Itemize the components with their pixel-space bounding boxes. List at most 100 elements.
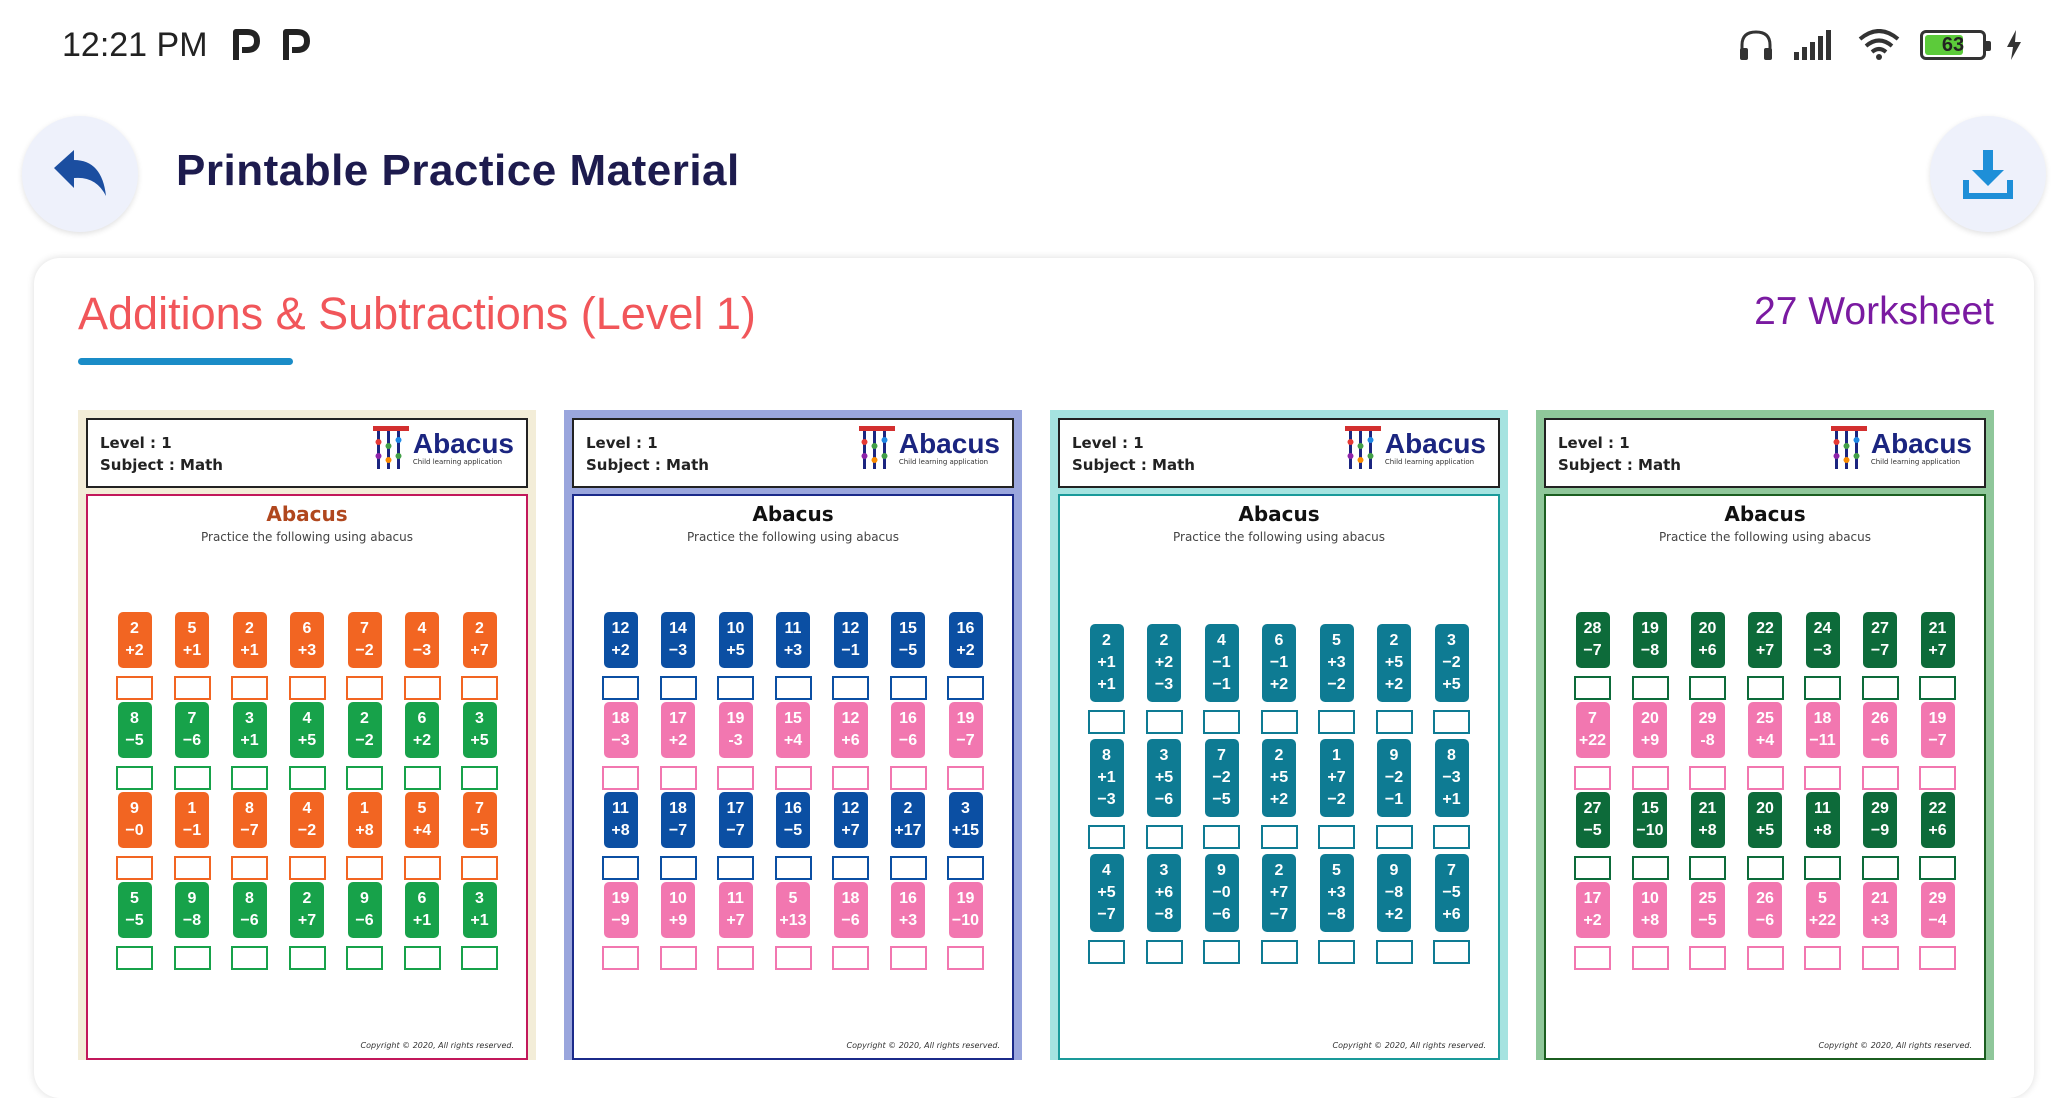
- problem-term: +7: [1755, 642, 1775, 659]
- problem-term: +8: [611, 822, 630, 839]
- download-button[interactable]: [1930, 116, 2046, 232]
- problem-tile: 1 +8: [347, 792, 382, 848]
- problem-term: −6: [240, 912, 259, 929]
- problem-term: 10: [669, 890, 687, 907]
- subject-label: Subject : Math: [1072, 456, 1195, 474]
- answer-box: [1145, 825, 1183, 849]
- problem-term: −6: [841, 912, 860, 929]
- worksheet-instruction: Practice the following using abacus: [686, 530, 900, 544]
- problem-cell: 5 +4: [403, 792, 441, 880]
- problem-term: 11: [727, 890, 744, 907]
- problem-cell: 8 −3 +1: [1433, 739, 1470, 849]
- problem-term: −6: [1755, 912, 1775, 929]
- problem-term: +9: [1640, 732, 1660, 749]
- worksheet-thumbnail[interactable]: Level : 1 Subject : Math Abacus Child lear…: [564, 410, 1022, 1060]
- answer-box: [1631, 766, 1669, 790]
- worksheet-thumbnail[interactable]: Level : 1 Subject : Math Abacus Child lear…: [1536, 410, 1994, 1060]
- worksheet-heading: Abacus: [752, 502, 834, 526]
- problem-tile: 9 −8: [175, 882, 209, 938]
- problem-cell: 21 +7: [1919, 612, 1956, 700]
- problem-term: 4: [1102, 862, 1111, 879]
- problem-cell: 26 −6: [1746, 882, 1784, 970]
- worksheet-thumbnail[interactable]: Level : 1 Subject : Math Abacus Child lear…: [1050, 410, 1508, 1060]
- answer-box: [403, 946, 441, 970]
- problem-term: 17: [669, 710, 687, 727]
- problem-term: 5: [788, 890, 798, 907]
- problem-term: −4: [1928, 912, 1947, 929]
- problem-row: 19 −9 10 +9 11 +7 5 +13 18 −6 16 +3 19 −10: [602, 882, 984, 970]
- problem-term: 3: [1159, 862, 1169, 879]
- answer-box: [1260, 825, 1298, 849]
- answer-box: [288, 946, 326, 970]
- problem-tile: 11 +7: [718, 882, 753, 938]
- problem-cell: 5 −5: [116, 882, 153, 970]
- problem-cell: 10 +9: [659, 882, 697, 970]
- problem-cell: 2 +5 +2: [1375, 624, 1413, 734]
- problem-term: +3: [1870, 912, 1890, 929]
- problem-cell: 18 −3: [602, 702, 639, 790]
- problem-term: +9: [668, 912, 688, 929]
- problem-tile: 18 −11: [1805, 702, 1840, 758]
- problem-tile: 29 −9: [1863, 792, 1897, 848]
- answer-box: [1574, 856, 1611, 880]
- problem-term: +1: [240, 642, 259, 659]
- problem-tile: 19 −7: [1920, 702, 1955, 758]
- problem-tile: 27 −7: [1863, 612, 1897, 668]
- problem-cell: 9 −8 +2: [1375, 854, 1413, 964]
- problem-tile: 5 +1: [175, 612, 209, 668]
- problem-term: −2: [297, 822, 317, 839]
- problem-cell: 12 +7: [832, 792, 869, 880]
- problem-term: −5: [783, 822, 803, 839]
- problem-term: +1: [1097, 676, 1116, 693]
- problem-cell: 2 +7: [288, 882, 326, 970]
- answer-box: [231, 946, 268, 970]
- problem-tile: 16 +3: [891, 882, 925, 938]
- problem-term: +7: [726, 912, 745, 929]
- problem-cell: 3 +6 −8: [1145, 854, 1183, 964]
- problem-term: 5: [130, 890, 139, 907]
- answer-box: [1631, 946, 1669, 970]
- problem-tile: 27 −5: [1575, 792, 1610, 848]
- problem-term: 2: [245, 620, 254, 637]
- problem-term: 3: [245, 710, 254, 727]
- back-button[interactable]: [22, 116, 138, 232]
- problem-cell: 6 −1 +2: [1260, 624, 1298, 734]
- problem-term: 17: [726, 800, 745, 817]
- problem-tile: 16 +2: [948, 612, 983, 668]
- problem-term: 12: [841, 620, 860, 637]
- problem-term: +7: [470, 642, 489, 659]
- problem-cell: 21 +8: [1689, 792, 1726, 880]
- problem-tile: 5 +3 −2: [1319, 624, 1354, 702]
- problem-cell: 8 +1 −3: [1088, 739, 1125, 849]
- problem-term: 7: [187, 710, 197, 727]
- problem-tile: 26 −6: [1748, 882, 1782, 938]
- answer-box: [832, 856, 869, 880]
- problem-term: −11: [1809, 732, 1836, 749]
- problem-term: −7: [726, 822, 745, 839]
- problem-tile: 5 −5: [117, 882, 152, 938]
- problem-row: 4 +5 −7 3 +6 −8 9 −0 −6 2 +7 −7 5 +3 −8 9 −8 +2 7 −5 +6: [1088, 854, 1470, 964]
- worksheet-body: Abacus Practice the following using abacu…: [1544, 494, 1986, 1060]
- problem-cell: 6 +1: [403, 882, 441, 970]
- problem-cell: 11 +8: [1804, 792, 1841, 880]
- answer-box: [288, 766, 326, 790]
- worksheet-heading: Abacus: [266, 502, 348, 526]
- problem-tile: 8 −5: [117, 702, 152, 758]
- problem-tile: 6 +1: [405, 882, 439, 938]
- problem-term: 11: [784, 620, 802, 637]
- problem-term: +8: [1698, 822, 1717, 839]
- problem-cell: 3 +1: [461, 882, 498, 970]
- problem-tile: 2 +2: [117, 612, 152, 668]
- worksheet-thumbnail[interactable]: Level : 1 Subject : Math Abacus Child lear…: [78, 410, 536, 1060]
- problem-cell: 11 +7: [717, 882, 754, 970]
- problem-term: 29: [1871, 800, 1889, 817]
- answer-box: [461, 676, 498, 700]
- problem-term: −7: [240, 822, 259, 839]
- problem-term: +7: [1928, 642, 1947, 659]
- answer-box: [288, 676, 326, 700]
- problem-tile: 19 −9: [603, 882, 638, 938]
- answer-box: [1804, 766, 1841, 790]
- problem-term: +2: [1384, 906, 1404, 923]
- problem-term: 8: [1447, 747, 1456, 764]
- answer-box: [889, 676, 927, 700]
